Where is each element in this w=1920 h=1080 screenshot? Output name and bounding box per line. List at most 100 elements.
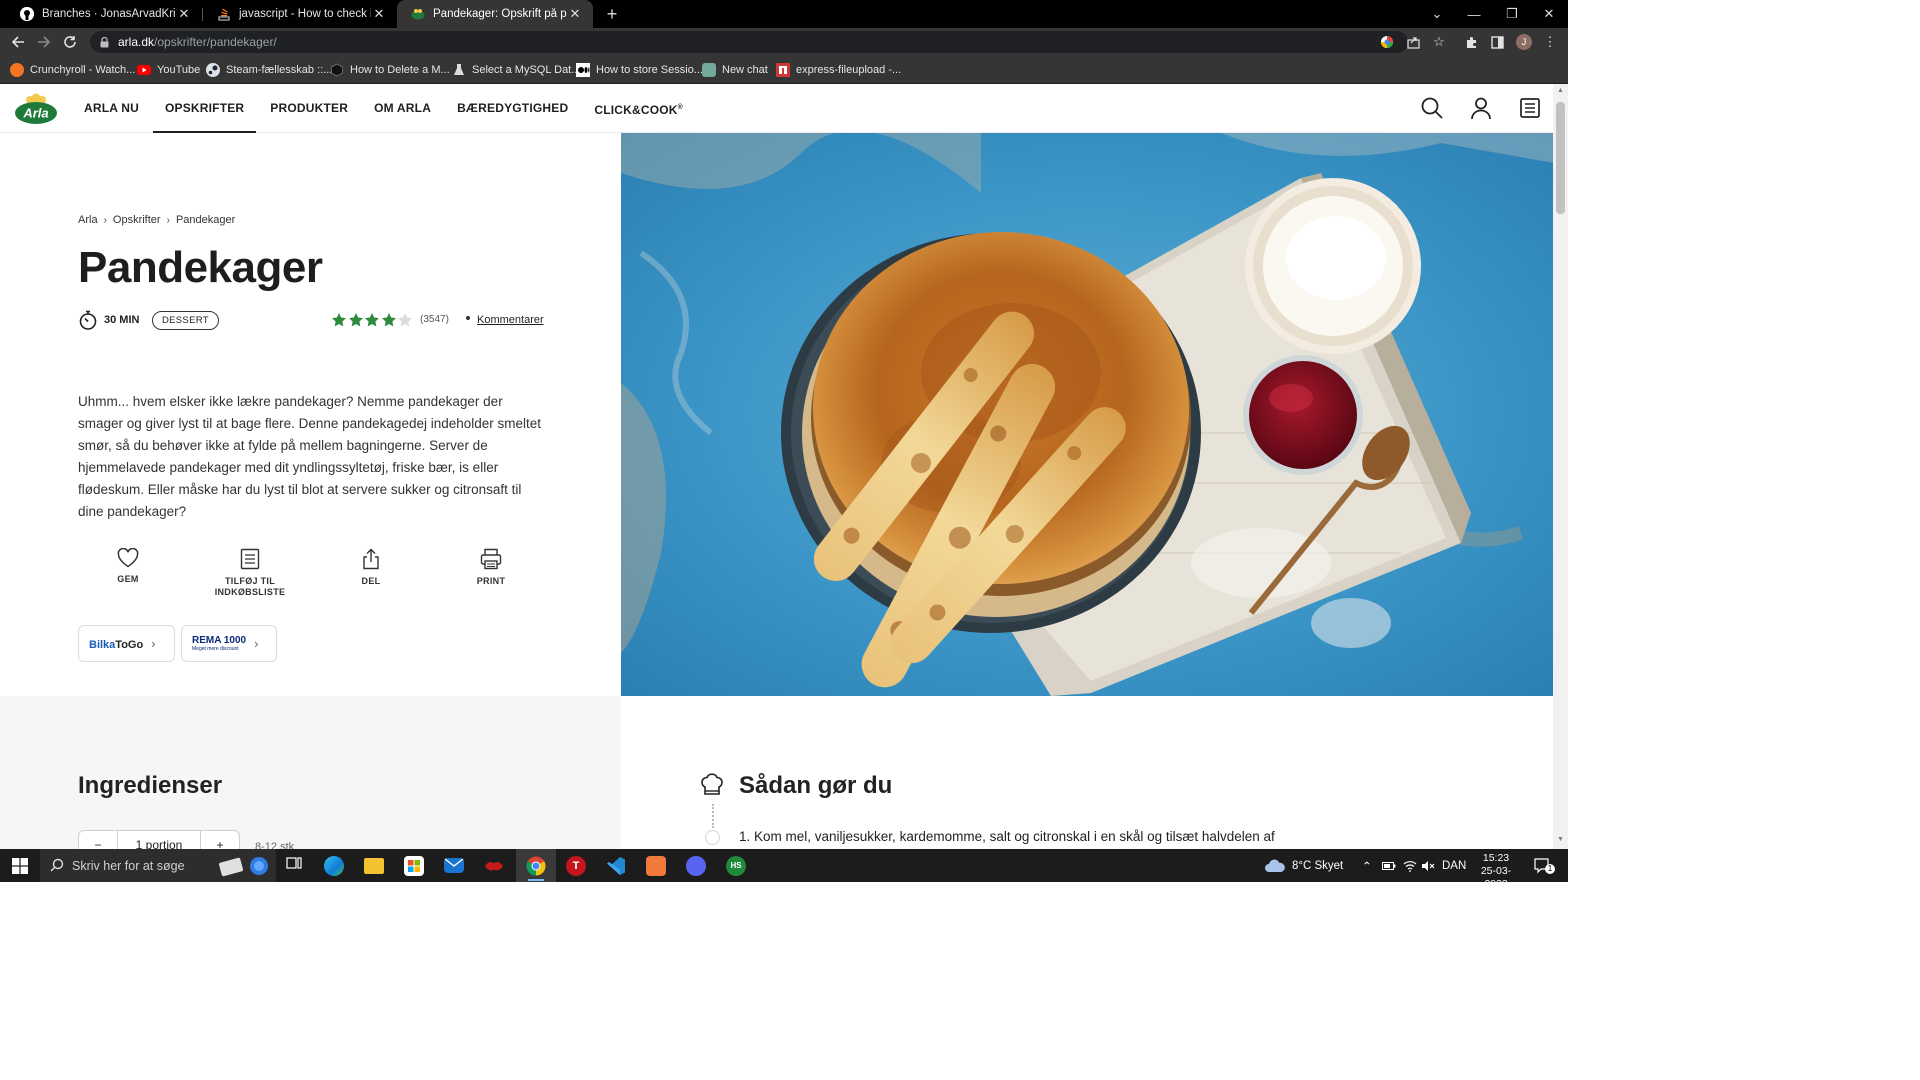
nav-produkter[interactable]: PRODUKTER: [258, 84, 360, 133]
weather-widget[interactable]: 8°C Skyet: [1264, 849, 1343, 882]
microsoft-store-button[interactable]: [394, 849, 434, 882]
taskbar-search[interactable]: Skriv her for at søge: [40, 849, 276, 882]
user-icon[interactable]: [1469, 96, 1493, 120]
share-button[interactable]: DEL: [321, 548, 421, 587]
category-tag[interactable]: DESSERT: [152, 311, 219, 330]
tab-search-icon[interactable]: ⌄: [1418, 0, 1456, 28]
windows-taskbar: Skriv her for at søge T HS 8°C Skyet ⌃ D…: [0, 849, 1568, 890]
stackoverflow-icon: [217, 7, 231, 21]
share-page-icon[interactable]: [1403, 32, 1423, 52]
nav-om-arla[interactable]: OM ARLA: [362, 84, 443, 133]
save-button[interactable]: GEM: [78, 548, 178, 585]
blocks-app-button[interactable]: [636, 849, 676, 882]
bookmark-crunchyroll[interactable]: Crunchyroll - Watch...: [10, 62, 135, 78]
new-tab-button[interactable]: +: [602, 4, 622, 24]
crunchyroll-icon: [10, 63, 24, 77]
tab-github-branches[interactable]: Branches · JonasArvadKristiansen ✕: [6, 0, 202, 28]
side-panel-icon[interactable]: [1487, 32, 1507, 52]
bookmark-steam[interactable]: Steam-fællesskab ::...: [206, 62, 332, 78]
windows-icon: [12, 857, 28, 874]
close-icon[interactable]: ✕: [567, 6, 583, 22]
close-window-button[interactable]: ✕: [1530, 0, 1568, 28]
bookmark-label: YouTube: [157, 64, 201, 76]
file-explorer-button[interactable]: [354, 849, 394, 882]
bookmark-new-chat[interactable]: New chat: [702, 62, 768, 78]
volume-muted-icon[interactable]: [1421, 849, 1435, 882]
hs-app-icon: HS: [726, 855, 746, 876]
tab-stackoverflow[interactable]: javascript - How to check if a var ✕: [203, 0, 397, 28]
arla-logo[interactable]: Arla: [14, 93, 58, 125]
battery-icon[interactable]: [1382, 849, 1396, 882]
bookmark-star-icon[interactable]: ☆: [1429, 32, 1449, 52]
restore-button[interactable]: ❐: [1493, 0, 1531, 28]
start-button[interactable]: [0, 849, 40, 882]
vscode-button[interactable]: [596, 849, 636, 882]
lips-app-button[interactable]: [474, 849, 514, 882]
reload-button[interactable]: [60, 32, 80, 52]
wifi-icon[interactable]: [1403, 849, 1417, 882]
portion-increase-button[interactable]: +: [201, 831, 239, 849]
star-filled-icon[interactable]: [381, 312, 397, 328]
bookmark-store-session[interactable]: How to store Sessio...: [576, 62, 703, 78]
star-empty-icon[interactable]: [397, 312, 413, 328]
page-viewport: Arla ARLA NU OPSKRIFTER PRODUKTER OM ARL…: [0, 84, 1568, 849]
star-filled-icon[interactable]: [364, 312, 380, 328]
breadcrumb-arla[interactable]: Arla: [78, 214, 98, 226]
portion-decrease-button[interactable]: −: [79, 831, 117, 849]
nav-opskrifter[interactable]: OPSKRIFTER: [152, 84, 257, 133]
breadcrumb-opskrifter[interactable]: Opskrifter: [113, 214, 161, 226]
star-filled-icon[interactable]: [331, 312, 347, 328]
close-icon[interactable]: ✕: [371, 6, 387, 22]
tray-chevron-icon[interactable]: ⌃: [1362, 849, 1372, 882]
hs-app-button[interactable]: HS: [716, 849, 756, 882]
rema1000-button[interactable]: REMA 1000 Meget mere discount ›: [181, 625, 277, 662]
discord-button[interactable]: [676, 849, 716, 882]
rating-stars[interactable]: [331, 312, 414, 328]
star-filled-icon[interactable]: [348, 312, 364, 328]
task-view-icon: [286, 855, 302, 876]
page-scrollbar[interactable]: ▲ ▼: [1553, 84, 1568, 849]
bookmark-label: express-fileupload -...: [796, 64, 902, 76]
address-bar[interactable]: arla.dk/opskrifter/pandekager/: [90, 31, 1408, 53]
profile-avatar[interactable]: J: [1516, 34, 1532, 50]
bookmark-delete-mysql[interactable]: How to Delete a M...: [330, 62, 450, 78]
scrollbar-thumb[interactable]: [1556, 102, 1565, 214]
google-lens-icon[interactable]: [1377, 32, 1397, 52]
scroll-up-icon[interactable]: ▲: [1556, 87, 1565, 97]
system-clock[interactable]: 15:23 25-03-2023: [1470, 852, 1522, 891]
mail-button[interactable]: [434, 849, 474, 882]
nav-click-and-cook[interactable]: CLICK&COOK®: [582, 84, 695, 133]
print-label: PRINT: [476, 576, 506, 586]
task-view-button[interactable]: [274, 849, 314, 882]
nav-baeredygtighed[interactable]: BÆREDYGTIGHED: [445, 84, 580, 133]
edge-button[interactable]: [314, 849, 354, 882]
comments-link[interactable]: Kommentarer: [477, 314, 544, 326]
nav-arla-nu[interactable]: ARLA NU: [72, 84, 151, 133]
chrome-menu-icon[interactable]: ⋮: [1540, 32, 1560, 52]
add-to-shopping-list-button[interactable]: TILFØJ TIL INDKØBSLISTE: [200, 548, 300, 598]
bilkatogo-button[interactable]: BilkaToGo ›: [78, 625, 175, 662]
search-icon[interactable]: [1420, 96, 1444, 120]
shopping-list-icon[interactable]: [1518, 96, 1542, 120]
language-indicator[interactable]: DAN: [1442, 849, 1466, 882]
back-button[interactable]: [8, 32, 28, 52]
forward-button[interactable]: [34, 32, 54, 52]
bookmark-youtube[interactable]: YouTube: [137, 62, 200, 78]
minimize-button[interactable]: —: [1455, 0, 1493, 28]
scroll-down-icon[interactable]: ▼: [1556, 836, 1565, 846]
t-app-button[interactable]: T: [556, 849, 596, 882]
tab-title: Branches · JonasArvadKristiansen: [42, 8, 176, 20]
chrome-button[interactable]: [516, 849, 556, 882]
extensions-icon[interactable]: [1461, 32, 1481, 52]
close-icon[interactable]: ✕: [176, 6, 192, 22]
browser-tab-strip: Branches · JonasArvadKristiansen ✕ javas…: [0, 0, 1568, 28]
tab-arla-pandekager[interactable]: Pandekager: Opskrift på pandeka ✕: [397, 0, 593, 28]
notification-center-button[interactable]: 1: [1534, 849, 1555, 882]
blocks-app-icon: [646, 855, 666, 876]
print-button[interactable]: PRINT: [441, 548, 541, 587]
bookmark-select-mysql[interactable]: Select a MySQL Dat...: [452, 62, 580, 78]
togo-text: ToGo: [115, 638, 144, 651]
github-icon: [20, 7, 34, 21]
bookmark-express-fileupload[interactable]: express-fileupload -...: [776, 62, 901, 78]
step-checkbox[interactable]: [705, 830, 720, 845]
